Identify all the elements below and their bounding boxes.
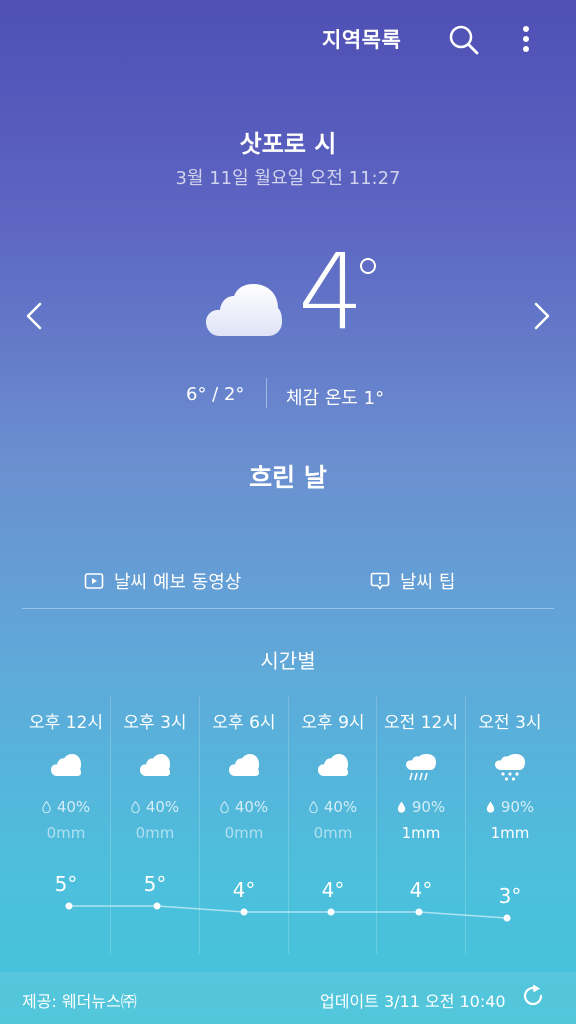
video-play-icon <box>84 573 104 589</box>
section-divider <box>22 608 554 609</box>
hourly-temperature: 5° <box>143 872 167 896</box>
precip-probability: 40% <box>289 798 377 816</box>
refresh-icon[interactable] <box>520 983 546 1009</box>
high-low-temperature: 6° / 2° <box>186 384 245 405</box>
next-location-button[interactable] <box>528 296 556 336</box>
cloud-icon <box>140 754 170 776</box>
cloud-icon <box>318 754 348 776</box>
cloud-snow-icon <box>495 754 525 781</box>
region-list-button[interactable]: 지역목록 <box>322 24 401 54</box>
city-name: 삿포로 시 <box>239 130 337 158</box>
precip-probability: 90% <box>466 798 554 816</box>
hourly-item[interactable]: 오전 3시 90% 1mm 3° <box>465 696 554 954</box>
divider <box>266 378 267 408</box>
top-bar: 지역목록 <box>0 0 576 80</box>
precip-amount: 0mm <box>224 824 264 842</box>
chevron-left-icon <box>26 302 42 330</box>
provider-credit: 제공: 웨더뉴스㈜ <box>22 992 137 1011</box>
last-updated: 업데이트 3/11 오전 10:40 <box>320 992 506 1011</box>
hourly-temperature: 4° <box>321 878 345 902</box>
current-temperature: 4 <box>298 231 365 353</box>
weather-tips-label: 날씨 팁 <box>400 572 456 593</box>
forecast-video-link[interactable]: 날씨 예보 동영상 <box>84 568 241 594</box>
hourly-item[interactable]: 오후 3시 40% 0mm 5° <box>110 696 199 954</box>
search-icon[interactable] <box>446 22 482 58</box>
precip-amount: 1mm <box>401 824 441 842</box>
hourly-time: 오후 6시 <box>212 713 276 733</box>
hourly-time: 오후 12시 <box>29 713 103 733</box>
hourly-time: 오전 12시 <box>384 713 458 733</box>
raindrop-icon <box>131 801 140 813</box>
raindrop-icon <box>397 801 406 813</box>
precip-probability: 40% <box>200 798 288 816</box>
cloud-rain-icon <box>406 754 436 781</box>
raindrop-icon <box>42 801 51 813</box>
hourly-temperature: 3° <box>498 884 522 908</box>
precip-amount: 0mm <box>313 824 353 842</box>
raindrop-icon <box>309 801 318 813</box>
precip-probability: 90% <box>377 798 465 816</box>
cloud-icon <box>229 754 259 776</box>
current-datetime: 3월 11일 월요일 오전 11:27 <box>175 168 401 189</box>
precip-probability: 40% <box>111 798 199 816</box>
chevron-right-icon <box>534 302 550 330</box>
hourly-item[interactable]: 오후 9시 40% 0mm 4° <box>288 696 377 954</box>
precip-amount: 0mm <box>46 824 86 842</box>
raindrop-icon <box>220 801 229 813</box>
hourly-time: 오후 3시 <box>123 713 187 733</box>
hourly-temperature: 4° <box>409 878 433 902</box>
precip-amount: 1mm <box>490 824 530 842</box>
precip-amount: 0mm <box>135 824 175 842</box>
hourly-temperature: 4° <box>232 878 256 902</box>
hourly-item[interactable]: 오전 12시 90% 1mm 4° <box>376 696 465 954</box>
previous-location-button[interactable] <box>20 296 48 336</box>
hourly-item[interactable]: 오후 6시 40% 0mm 4° <box>199 696 288 954</box>
hourly-item[interactable]: 오후 12시 40% 0mm 5° <box>22 696 110 954</box>
hourly-time: 오전 3시 <box>478 713 542 733</box>
hourly-title: 시간별 <box>260 649 316 673</box>
cloud-icon <box>206 284 282 340</box>
hourly-forecast[interactable]: 오후 12시 40% 0mm 5° 오후 3시 40% 0mm 5° 오후 6시… <box>22 696 554 954</box>
raindrop-icon <box>486 801 495 813</box>
degree-icon <box>360 258 376 274</box>
weather-condition: 흐린 날 <box>249 463 327 492</box>
cloud-icon <box>51 754 81 776</box>
precip-probability: 40% <box>22 798 110 816</box>
feels-like-temperature: 체감 온도 1° <box>286 388 385 409</box>
weather-tips-link[interactable]: 날씨 팁 <box>370 568 455 594</box>
tip-bubble-icon <box>370 572 390 590</box>
hourly-temperature: 5° <box>54 872 78 896</box>
more-vert-icon[interactable] <box>516 22 536 58</box>
hourly-time: 오후 9시 <box>301 713 365 733</box>
forecast-video-label: 날씨 예보 동영상 <box>114 572 242 593</box>
